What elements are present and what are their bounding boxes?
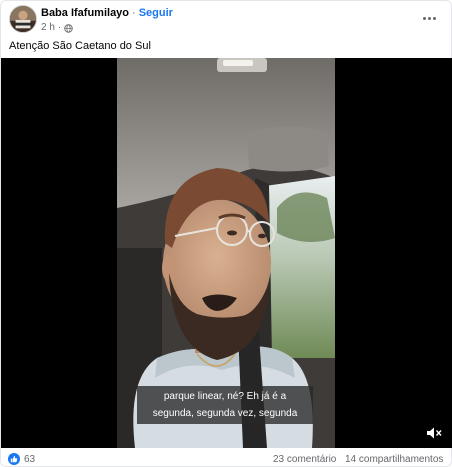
post-caption: Atenção São Caetano do Sul <box>9 40 151 52</box>
separator-dot: · <box>132 7 136 19</box>
volume-glyph <box>427 427 442 439</box>
shares-count[interactable]: 14 compartilhamentos <box>345 454 443 465</box>
post-header: Baba Ifafumilayo · Seguir 2 h · <box>9 5 445 35</box>
video-player[interactable]: parque linear, né? Eh já é a segunda, se… <box>1 58 452 448</box>
author-line: Baba Ifafumilayo · Seguir <box>41 7 173 20</box>
comments-count[interactable]: 23 comentário <box>273 454 336 465</box>
separator-dot: · <box>57 22 62 33</box>
post-meta: 2 h · <box>41 22 73 34</box>
subtitle-line: parque linear, né? Eh já é a <box>163 391 287 402</box>
more-options-icon[interactable] <box>419 11 439 25</box>
avatar-image <box>10 6 36 32</box>
subtitle-line: segunda, segunda vez, segunda <box>152 408 298 419</box>
author-name[interactable]: Baba Ifafumilayo <box>41 7 129 19</box>
follow-button[interactable]: Seguir <box>139 7 173 19</box>
author-avatar[interactable] <box>9 5 37 33</box>
speaker-muted-icon[interactable] <box>426 426 442 440</box>
post-stats: 63 23 comentário 14 compartilhamentos <box>1 450 452 467</box>
post-card: Baba Ifafumilayo · Seguir 2 h · Atenção Sã… <box>0 0 452 467</box>
reactions-summary[interactable]: 63 <box>8 453 35 465</box>
globe-icon <box>64 23 73 33</box>
reaction-count: 63 <box>24 453 36 465</box>
like-icon <box>8 453 20 465</box>
video-subtitle: parque linear, né? Eh já é a segunda, se… <box>137 386 313 424</box>
post-time[interactable]: 2 h <box>41 22 55 34</box>
